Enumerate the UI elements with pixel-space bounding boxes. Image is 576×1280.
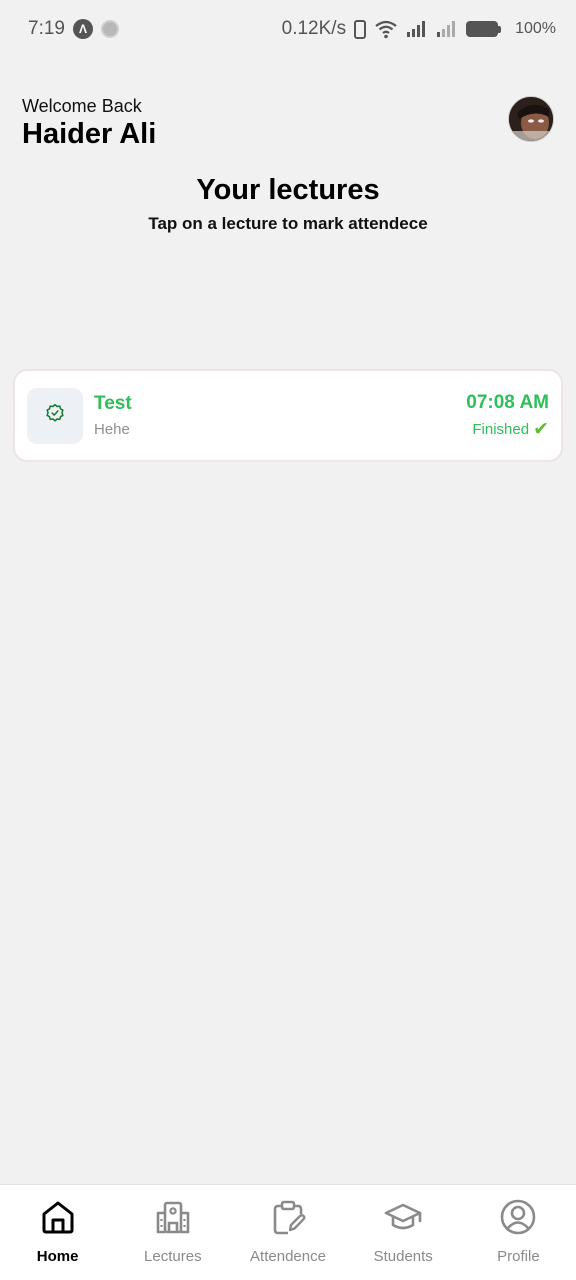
- user-circle-icon: [500, 1199, 536, 1235]
- lecture-card[interactable]: Test Hehe 07:08 AM Finished ✔: [13, 369, 563, 462]
- phone-icon: [354, 19, 367, 39]
- check-icon: ✔: [533, 419, 549, 440]
- section-title: Your lectures: [196, 174, 380, 206]
- building-icon: [155, 1199, 191, 1235]
- lecture-status: Finished ✔: [472, 420, 549, 439]
- status-left: 7:19 Λ: [28, 18, 119, 40]
- section-subtitle: Tap on a lecture to mark attendece: [148, 214, 428, 233]
- status-bar: 7:19 Λ 0.12K/s 100%: [0, 0, 576, 58]
- lecture-text: Test Hehe: [94, 393, 132, 438]
- lecture-status-label: Finished: [472, 421, 530, 438]
- nav-label-attendence: Attendence: [250, 1248, 326, 1265]
- wifi-icon: [374, 19, 398, 39]
- welcome-text: Welcome Back: [22, 96, 142, 116]
- network-speed: 0.12K/s: [281, 18, 347, 39]
- nav-label-lectures: Lectures: [144, 1248, 202, 1265]
- home-icon: [40, 1199, 76, 1235]
- status-right: 0.12K/s 100%: [282, 18, 556, 40]
- signal-2-icon: [436, 20, 458, 38]
- lecture-title: Test: [94, 393, 132, 414]
- lecture-time: 07:08 AM: [466, 392, 549, 413]
- avatar[interactable]: [508, 96, 554, 142]
- status-time: 7:19: [28, 18, 65, 39]
- lecture-description: Hehe: [94, 421, 130, 438]
- badge-check-icon: [45, 403, 65, 428]
- nav-item-students[interactable]: Students: [346, 1185, 461, 1280]
- battery-icon: [466, 21, 502, 37]
- nav-label-students: Students: [373, 1248, 433, 1265]
- app-notification-icon: Λ: [72, 19, 93, 39]
- clipboard-edit-icon: [270, 1199, 306, 1235]
- lecture-meta: 07:08 AM Finished ✔: [466, 392, 549, 439]
- notification-dot-icon: [100, 20, 119, 38]
- nav-item-profile[interactable]: Profile: [461, 1185, 576, 1280]
- bottom-nav: Home Lectures Attendence Students Profil…: [0, 1184, 576, 1280]
- battery-percent: 100%: [515, 20, 556, 37]
- nav-item-lectures[interactable]: Lectures: [115, 1185, 230, 1280]
- nav-label-home: Home: [36, 1248, 79, 1265]
- nav-item-home[interactable]: Home: [0, 1185, 115, 1280]
- lecture-icon-box: [27, 387, 83, 444]
- graduation-cap-icon: [384, 1199, 422, 1235]
- user-name: Haider Ali: [22, 118, 157, 150]
- signal-icon: [406, 20, 428, 38]
- nav-item-attendence[interactable]: Attendence: [230, 1185, 345, 1280]
- nav-label-profile: Profile: [497, 1248, 540, 1265]
